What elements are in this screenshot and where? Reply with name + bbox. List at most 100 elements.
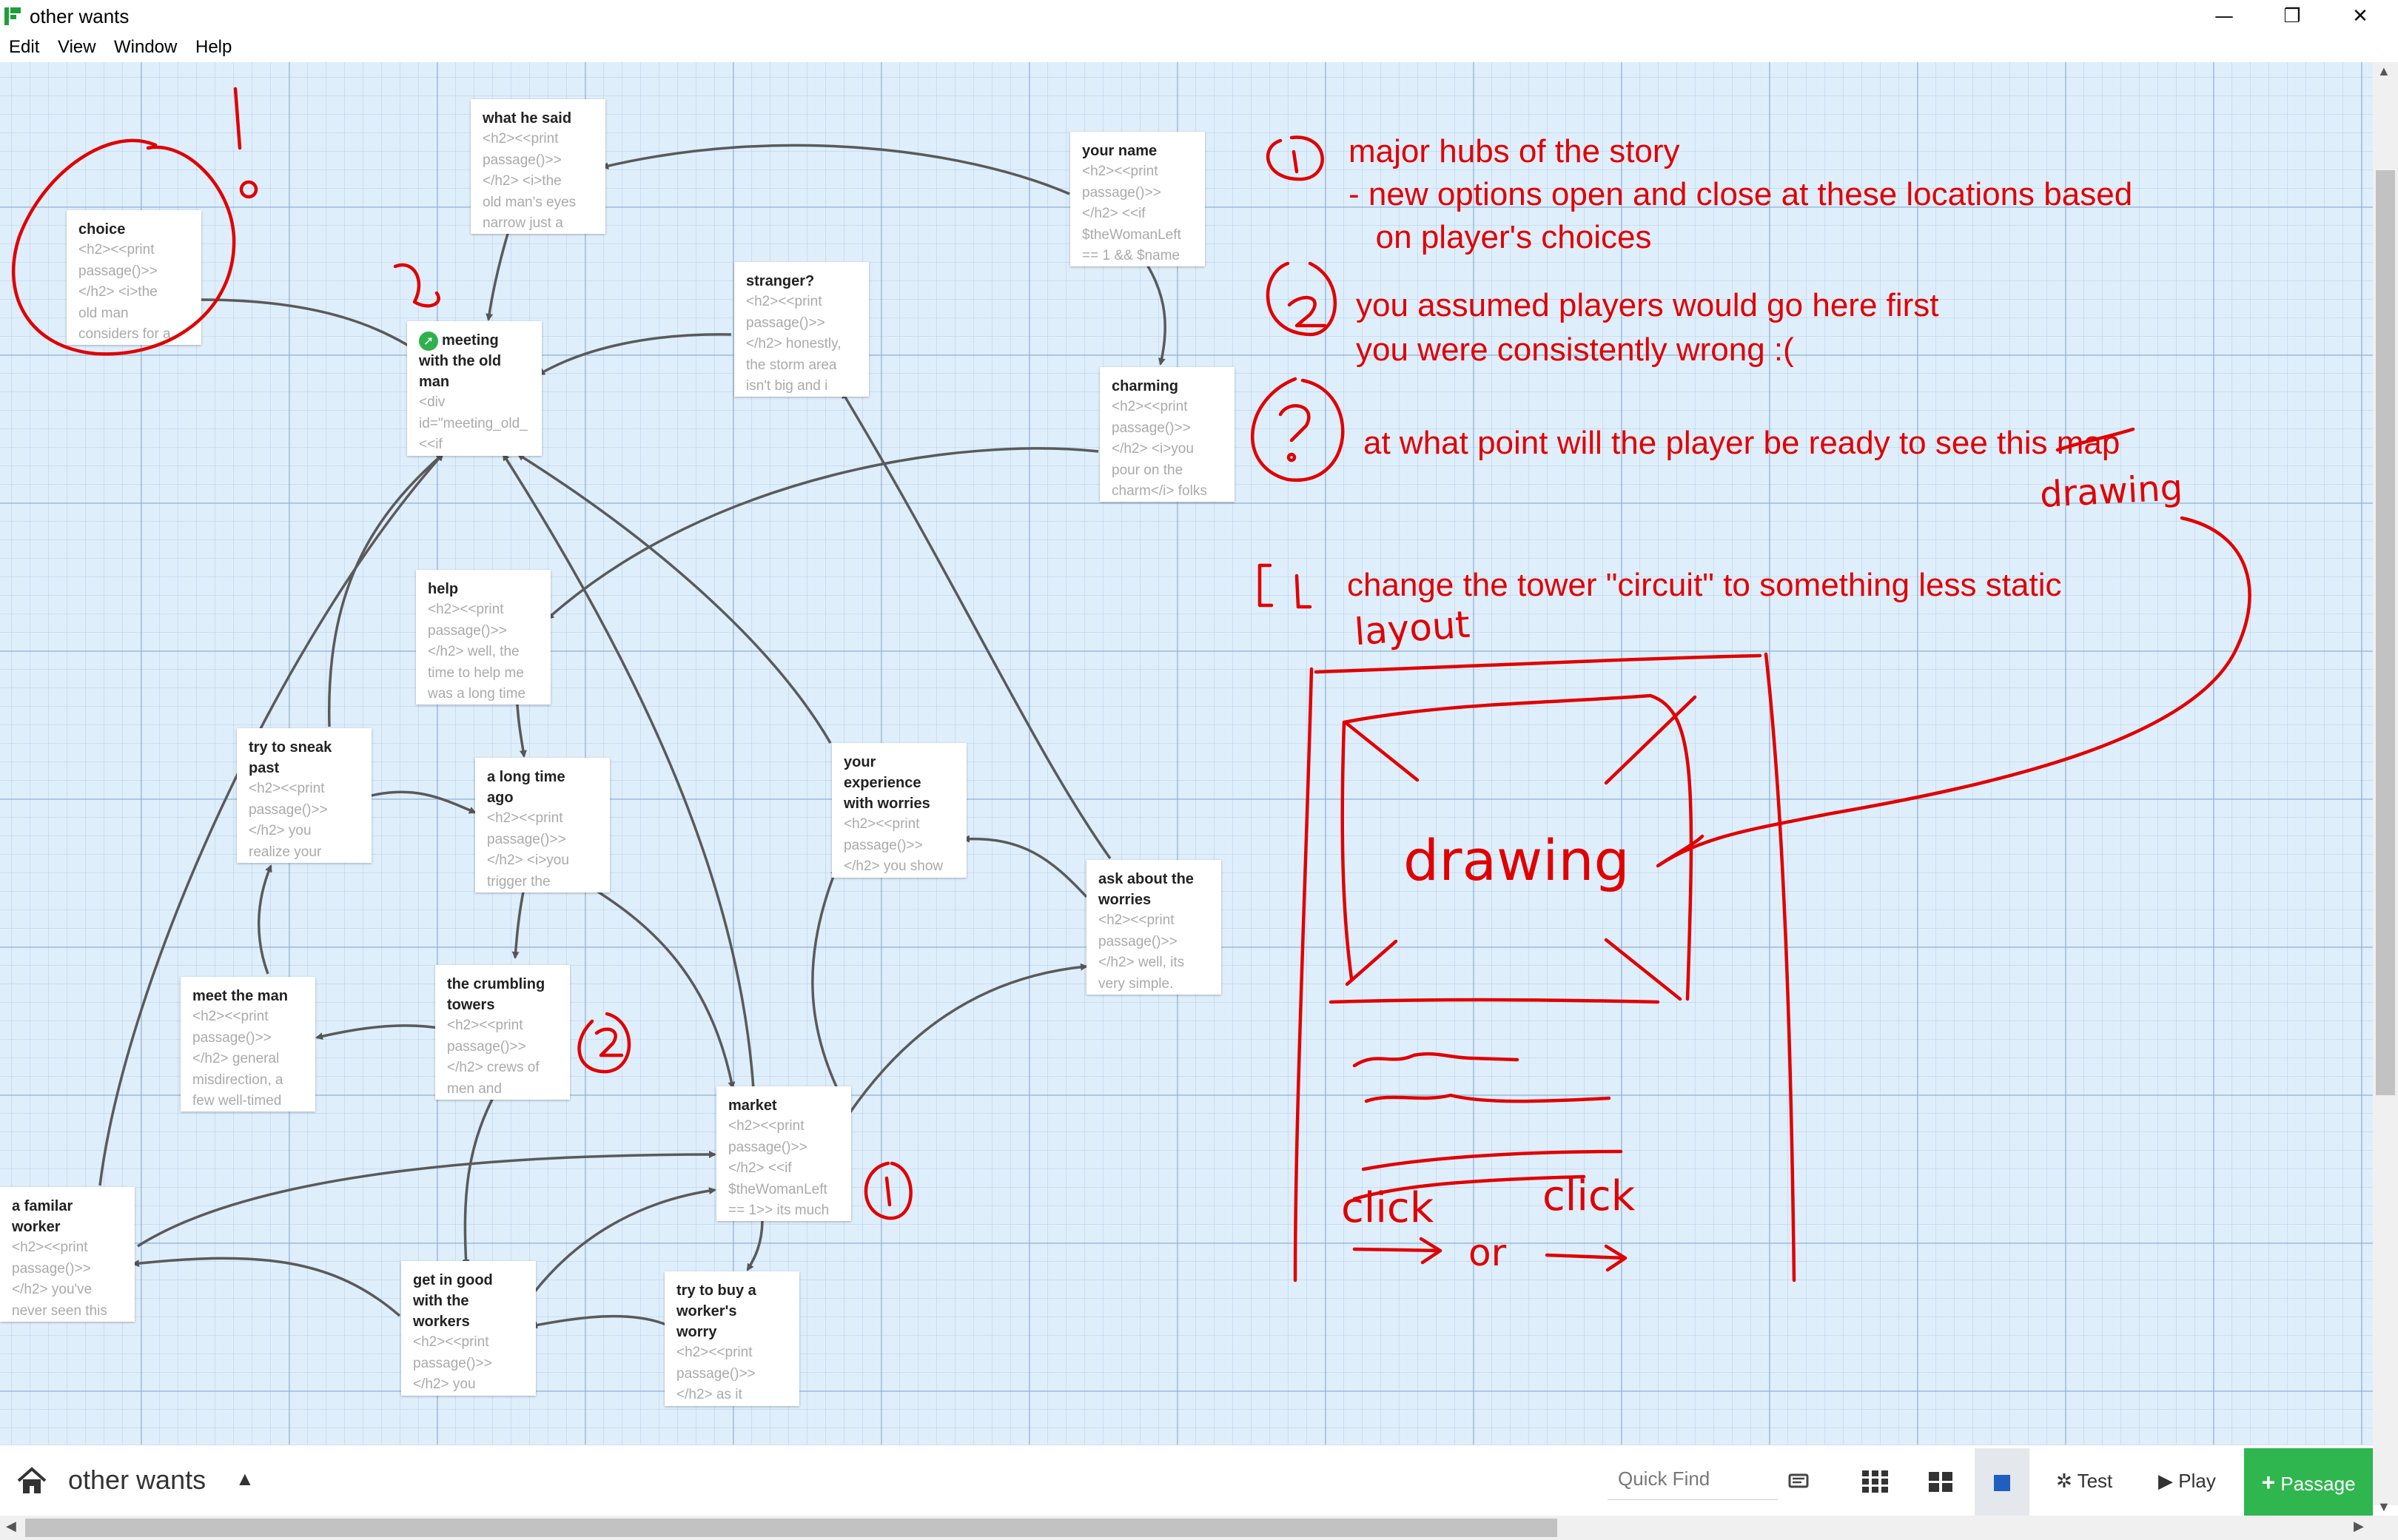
title-bar: other wants — ❐ ✕ [0,0,2398,33]
menu-edit[interactable]: Edit [9,36,39,59]
passage-title: ➚ meeting with the old man [419,330,531,392]
passage-excerpt: <h2><<print passage()>> </h2> you show [844,816,944,874]
text-placeholder-line [1361,1149,1623,1171]
menu-window[interactable]: Window [114,36,177,59]
passage-card[interactable]: stranger? <h2><<print passage()>> </h2> … [734,262,869,397]
legend-question-circle [1251,377,1345,482]
menu-view[interactable]: View [58,36,96,59]
annotation-text: major hubs of the story [1349,133,1680,169]
annotation-text: - new options open and close at these lo… [1349,176,2133,212]
passage-title: stranger? [746,273,815,289]
passage-excerpt: <h2><<print passage()>> </h2> honestly, … [746,294,842,394]
two-mark-circle [577,1012,631,1074]
handwritten-label: layout [1353,602,1471,654]
home-icon[interactable] [16,1466,47,1496]
annotation-text: change the tower "circuit" to something … [1347,567,2062,603]
passage-excerpt: <h2><<print passage()>> </h2> you've nev… [12,1240,107,1319]
story-menu-caret-icon[interactable]: ▲ [235,1467,255,1490]
passage-card[interactable]: the crumbling towers <h2><<print passage… [435,965,570,1100]
passage-excerpt: <h2><<print passage()>> </h2> <i>you pou… [1112,399,1207,499]
scroll-down-arrow-icon[interactable]: ▼ [2377,1499,2391,1515]
passage-button-label: Passage [2280,1473,2356,1495]
passage-card[interactable]: ➚ meeting with the old man <div id="meeti… [407,321,542,456]
passage-card[interactable]: choice <h2><<print passage()>> </h2> <i>… [67,210,201,345]
passage-card[interactable]: help <h2><<print passage()>> </h2> well,… [416,570,551,705]
passage-excerpt: <h2><<print passage()>> </h2> <i>you tri… [487,810,569,890]
arrow-mark [1545,1244,1628,1272]
zoom-titles-icon[interactable] [1921,1459,1960,1503]
scroll-right-arrow-icon[interactable]: ▶ [2354,1519,2364,1534]
frame-left [1293,667,1314,1282]
one-mark [393,263,440,308]
plus-icon: + [2261,1469,2276,1496]
passage-card[interactable]: your experience with worries <h2><<print… [832,743,967,878]
passage-title: help [428,581,459,597]
drawing-box-bottom [1329,998,1660,1004]
passage-title: choice [78,221,126,238]
annotation-text: on player's choices [1349,219,1652,255]
passage-title: try to sneak past [249,739,332,776]
passage-card[interactable]: ask about the worries <h2><<print passag… [1087,860,1221,995]
passage-title: your name [1082,143,1158,159]
handwritten-label: or [1468,1231,1507,1274]
passage-excerpt: <h2><<print passage()>> </h2> general mi… [192,1009,283,1109]
passage-title: market [728,1097,777,1114]
handwritten-label: drawing [2038,466,2184,517]
scroll-left-arrow-icon[interactable]: ◀ [6,1519,16,1534]
legend-bracket [1257,563,1274,608]
legend-two-circle [1266,261,1337,337]
passage-title: a long time ago [487,769,565,806]
passage-excerpt: <h2><<print passage()>> </h2> <<if $theW… [1082,164,1181,263]
passage-title: your experience with worries [844,754,930,812]
passage-excerpt: <h2><<print passage()>> </h2> you realiz… [249,781,328,860]
zoom-structure-button[interactable] [1975,1448,2029,1516]
passage-card[interactable]: your name <h2><<print passage()>> </h2> … [1070,132,1205,266]
passage-excerpt: <h2><<print passage()>> </h2> <i>the old… [483,131,577,231]
passage-card[interactable]: get in good with the workers <h2><<print… [401,1261,536,1396]
arrow-mark [1352,1237,1443,1265]
menu-help[interactable]: Help [195,36,232,59]
passage-title: the crumbling towers [447,976,545,1013]
new-passage-button[interactable]: + Passage [2244,1448,2373,1516]
start-passage-rocket-icon: ➚ [419,331,438,351]
twine-logo-icon [4,7,21,25]
story-toolbar: other wants ▲ ✲ Test ▶ Play + Passage [0,1445,2373,1516]
passage-card[interactable]: a long time ago <h2><<print passage()>> … [475,758,610,892]
close-button[interactable]: ✕ [2334,1,2386,31]
passage-card[interactable]: charming <h2><<print passage()>> </h2> <… [1100,367,1235,502]
scroll-up-arrow-icon[interactable]: ▲ [2377,64,2391,79]
drawing-box-left [1340,720,1354,981]
passage-excerpt: <h2><<print passage()>> </h2> well, its … [1098,912,1185,992]
passage-card[interactable]: try to buy a worker's worry <h2><<print … [665,1271,799,1406]
test-button[interactable]: ✲ Test [2056,1459,2112,1503]
story-name-label[interactable]: other wants [68,1465,206,1496]
exclamation-mark [233,87,242,150]
text-placeholder-line [1364,1093,1611,1103]
one-mark-circle [864,1161,913,1220]
passage-title: ask about the worries [1098,871,1194,908]
quick-find-input[interactable] [1608,1459,1778,1500]
passage-card[interactable]: what he said <h2><<print passage()>> </h… [471,99,605,234]
zoom-structure-icon [1994,1475,2010,1491]
passage-card[interactable]: market <h2><<print passage()>> </h2> <<i… [716,1086,851,1221]
story-map-canvas[interactable]: choice <h2><<print passage()>> </h2> <i>… [0,62,2373,1445]
passage-title: meet the man [192,988,288,1004]
passage-card[interactable]: meet the man <h2><<print passage()>> </h… [181,977,315,1112]
zoom-titles-excerpts-icon[interactable] [1856,1459,1895,1503]
highlight-passages-icon[interactable] [1778,1459,1819,1503]
horizontal-scroll-thumb[interactable] [25,1519,1557,1537]
exclamation-dot [239,180,258,199]
passage-excerpt: <h2><<print passage()>> </h2> well, the … [428,602,526,702]
passage-card[interactable]: a familar worker <h2><<print passage()>>… [0,1187,135,1322]
play-button[interactable]: ▶ Play [2158,1459,2216,1503]
passage-title: try to buy a worker's worry [676,1282,756,1340]
minimize-button[interactable]: — [2198,1,2250,31]
vertical-scroll-thumb[interactable] [2376,170,2395,1095]
passage-title: charming [1112,378,1179,394]
restore-button[interactable]: ❐ [2266,1,2318,31]
passage-excerpt: <h2><<print passage()>> </h2> as it [676,1345,756,1402]
menu-bar: Edit View Window Help [0,33,2398,63]
passage-card[interactable]: try to sneak past <h2><<print passage()>… [237,728,372,863]
passage-excerpt: <h2><<print passage()>> </h2> crews of m… [447,1018,540,1097]
frame-right [1764,652,1796,1282]
